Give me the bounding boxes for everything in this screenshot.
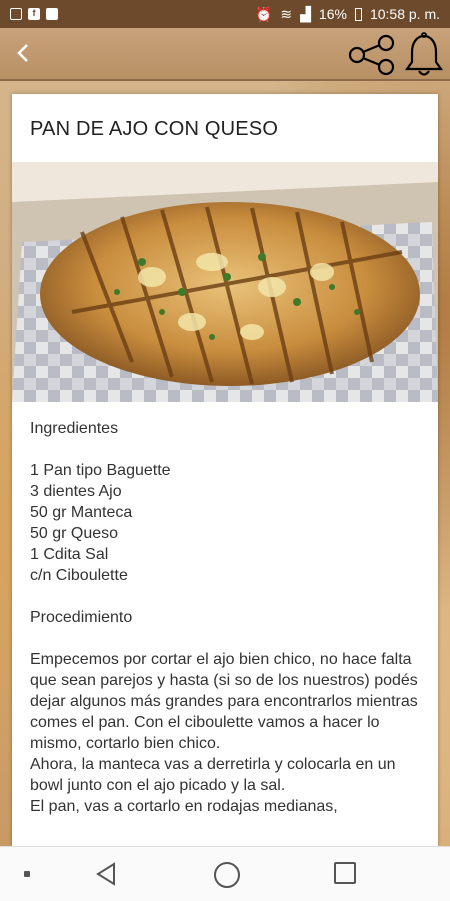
procedure-step: Empecemos por cortar el ajo bien chico, …	[30, 651, 418, 752]
battery-text: 16%	[318, 6, 347, 22]
nav-back-icon[interactable]	[94, 861, 118, 887]
ingredient-item: 50 gr Queso	[30, 525, 119, 542]
nav-recents-icon[interactable]	[334, 862, 356, 884]
ingredient-item: 1 Pan tipo Baguette	[30, 462, 171, 479]
status-bar: f ⏰ ≋ ▟ 16% 10:58 p. m.	[0, 0, 450, 28]
wifi-icon: ≋	[280, 5, 293, 22]
alarm-icon: ⏰	[254, 5, 273, 22]
system-status: ⏰ ≋ ▟ 16% 10:58 p. m.	[255, 6, 440, 23]
app-bar	[0, 28, 450, 81]
notification-icons: f	[10, 8, 58, 20]
procedure-step: Ahora, la manteca vas a derretirla y col…	[30, 756, 396, 794]
ingredient-item: 1 Cdita Sal	[30, 546, 109, 563]
clock: 10:58 p. m.	[369, 6, 440, 22]
system-nav-bar	[0, 846, 450, 901]
recipe-title: PAN DE AJO CON QUESO	[30, 118, 279, 140]
ingredient-item: 50 gr Manteca	[30, 504, 133, 521]
app-notification-icon	[46, 8, 58, 20]
ingredients-heading: Ingredientes	[30, 420, 119, 437]
share-icon[interactable]	[346, 34, 396, 76]
back-arrow-icon[interactable]	[8, 38, 38, 68]
recipe-card: PAN DE AJO CON QUESO Ingredientes 1 Pan …	[12, 94, 438, 846]
procedure-step: El pan, vas a cortarlo en rodajas median…	[30, 798, 338, 815]
ingredient-item: c/n Ciboulette	[30, 567, 128, 584]
recipe-body: Ingredientes 1 Pan tipo Baguette 3 dient…	[30, 418, 425, 817]
nav-indicator-icon	[24, 871, 30, 877]
nav-home-icon[interactable]	[214, 862, 240, 888]
facebook-notification-icon: f	[28, 8, 40, 20]
signal-icon: ▟	[300, 5, 311, 22]
ingredient-item: 3 dientes Ajo	[30, 483, 122, 500]
recipe-photo	[12, 162, 438, 402]
procedure-heading: Procedimiento	[30, 609, 133, 626]
battery-icon	[354, 7, 362, 21]
image-notification-icon	[10, 8, 22, 20]
bell-icon[interactable]	[402, 32, 446, 78]
